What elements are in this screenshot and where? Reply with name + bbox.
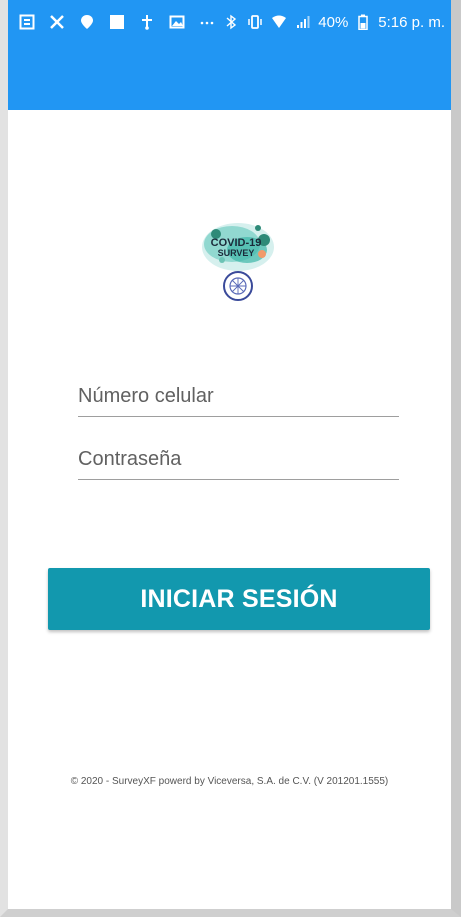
clock: 5:16 p. m. — [378, 13, 445, 31]
footer-copyright: © 2020 - SurveyXF powerd by Viceversa, S… — [70, 776, 389, 787]
battery-percentage: 40% — [318, 13, 349, 31]
square-icon — [108, 13, 126, 31]
signal-icon — [294, 13, 312, 31]
usb-icon — [138, 13, 156, 31]
battery-icon — [354, 13, 372, 31]
phone-number-field[interactable] — [78, 380, 399, 417]
more-icon — [198, 13, 216, 31]
app-bar — [8, 44, 451, 110]
tools-icon — [48, 13, 66, 31]
bluetooth-icon — [222, 13, 240, 31]
logo-text-survey: SURVEY — [218, 248, 255, 258]
location-icon — [78, 13, 96, 31]
status-bar-right: 40% 5:16 p. m. — [222, 13, 451, 31]
status-bar-left-icons — [8, 13, 216, 31]
login-button[interactable]: INICIAR SESIÓN — [48, 568, 430, 630]
password-input[interactable] — [78, 443, 399, 479]
notes-icon — [18, 13, 36, 31]
status-bar: 40% 5:16 p. m. — [8, 0, 451, 44]
phone-number-input[interactable] — [78, 380, 399, 416]
password-field[interactable] — [78, 443, 399, 480]
wifi-icon — [270, 13, 288, 31]
vibrate-icon — [246, 13, 264, 31]
gallery-icon — [168, 13, 186, 31]
covid-survey-logo: COVID-19 SURVEY — [192, 214, 288, 310]
